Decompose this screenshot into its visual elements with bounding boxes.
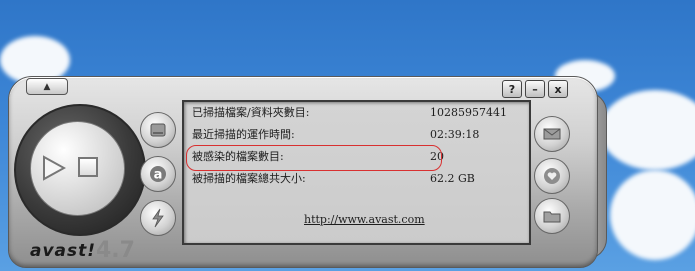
lightning-icon <box>152 208 164 228</box>
highlight-ring <box>186 145 442 171</box>
play-icon[interactable] <box>42 155 66 181</box>
stat-row-scanned-count: 已掃描檔案/資料夾數目: 10285957441 <box>192 104 522 122</box>
stat-value: 62.2 GB <box>430 172 475 185</box>
stat-row-total-size: 被掃描的檔案總共大小: 62.2 GB <box>192 170 522 188</box>
cloud <box>610 170 695 260</box>
hdd-icon <box>150 123 166 137</box>
mail-icon <box>543 128 561 140</box>
stat-row-last-scan-time: 最近掃描的運作時間: 02:39:18 <box>192 126 522 144</box>
stat-label: 被掃描的檔案總共大小: <box>192 172 306 185</box>
eject-button[interactable]: ▲ <box>26 78 68 95</box>
svg-text:a: a <box>154 168 163 183</box>
folder-button[interactable] <box>534 198 570 234</box>
help-button[interactable]: ? <box>502 80 522 98</box>
avast-button[interactable]: a <box>140 156 176 192</box>
eject-icon: ▲ <box>43 81 51 92</box>
stop-icon[interactable] <box>78 157 98 177</box>
avast-website-link[interactable]: http://www.avast.com <box>304 213 425 226</box>
folder-icon <box>543 211 561 223</box>
heart-button[interactable] <box>534 158 570 194</box>
stat-label: 已掃描檔案/資料夾數目: <box>192 106 310 119</box>
avast-logo: avast! <box>30 241 97 261</box>
stat-value: 10285957441 <box>430 106 507 119</box>
minimize-button[interactable]: – <box>525 80 545 98</box>
mail-button[interactable] <box>534 116 570 152</box>
status-display: 已掃描檔案/資料夾數目: 10285957441 最近掃描的運作時間: 02:3… <box>182 100 531 245</box>
lightning-button[interactable] <box>140 200 176 236</box>
hdd-button[interactable] <box>140 112 176 148</box>
version-label: 4.7 <box>96 238 135 263</box>
close-button[interactable]: x <box>548 80 568 98</box>
stat-value: 02:39:18 <box>430 128 480 141</box>
avast-a-icon: a <box>150 166 166 183</box>
heart-icon <box>544 168 560 184</box>
stat-label: 最近掃描的運作時間: <box>192 128 295 141</box>
